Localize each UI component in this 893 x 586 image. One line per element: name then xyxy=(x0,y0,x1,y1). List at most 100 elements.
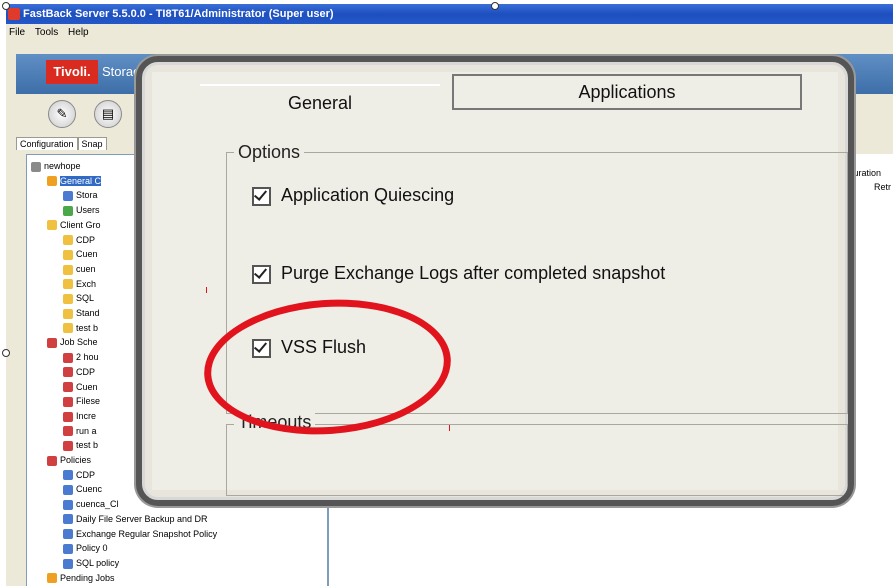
tree-node-label: Filese xyxy=(76,396,101,407)
tree-node[interactable]: Stand xyxy=(63,306,100,320)
tree-node-label: SQL policy xyxy=(76,557,120,568)
tree-node[interactable]: SQL policy xyxy=(63,556,119,570)
tree-node[interactable]: Cuen xyxy=(63,247,98,261)
selection-handle[interactable] xyxy=(2,349,10,357)
tree-node[interactable]: newhope xyxy=(31,159,81,173)
tree-node-label: Client Gro xyxy=(60,219,101,230)
tree-node-label: Users xyxy=(76,205,100,216)
selection-handle[interactable] xyxy=(491,2,499,10)
tree-node[interactable]: Exch xyxy=(63,277,96,291)
menu-file[interactable]: File xyxy=(9,24,25,42)
tree-node[interactable]: cuen xyxy=(63,262,96,276)
clipboard-icon: ▤ xyxy=(101,106,115,121)
tree-node-label: SQL xyxy=(76,293,95,304)
tree-node-icon xyxy=(47,338,57,349)
clipboard-button[interactable]: ▤ xyxy=(94,100,122,128)
tab-applications[interactable]: Applications xyxy=(452,74,802,110)
tree-node[interactable]: Filese xyxy=(63,394,100,408)
checkbox-checked-icon xyxy=(252,264,271,284)
product-name: Storag xyxy=(102,64,141,79)
tree-node[interactable]: CDP xyxy=(63,233,95,247)
tree-node-label: CDP xyxy=(76,366,96,377)
tree-node[interactable]: CDP xyxy=(63,365,95,379)
tree-node-icon xyxy=(63,543,73,554)
tree-node[interactable]: SQL xyxy=(63,291,94,305)
tree-node-icon xyxy=(47,220,57,231)
tree-node[interactable]: Client Gro xyxy=(47,218,101,232)
tree-node-icon xyxy=(63,440,73,451)
tree-node[interactable]: test b xyxy=(63,321,98,335)
tree-node-icon xyxy=(63,382,73,393)
application-quiescing-checkbox[interactable]: Application Quiescing xyxy=(252,182,454,208)
left-tabs: Configuration Snap xyxy=(16,137,107,150)
tree-node-label: cuenca_Cl xyxy=(76,499,119,510)
checkbox-label: Application Quiescing xyxy=(281,185,455,205)
tree-node-icon xyxy=(63,558,73,569)
tree-node-icon xyxy=(63,499,73,510)
tree-node-label: Exchange Regular Snapshot Policy xyxy=(76,528,218,539)
menu-tools[interactable]: Tools xyxy=(35,24,58,42)
tree-node-icon xyxy=(63,249,73,260)
tree-node[interactable]: General C xyxy=(47,174,102,188)
menu-help[interactable]: Help xyxy=(68,24,89,42)
tree-node[interactable]: Daily File Server Backup and DR xyxy=(63,512,208,526)
tree-node[interactable]: Exchange Regular Snapshot Policy xyxy=(63,527,217,541)
tree-node[interactable]: test b xyxy=(63,438,98,452)
tree-node-label: Cuen xyxy=(76,381,98,392)
tree-node-label: CDP xyxy=(76,234,96,245)
tree-node[interactable]: Pending Jobs xyxy=(47,571,115,585)
tree-node-icon xyxy=(63,235,73,246)
tree-node-icon xyxy=(63,485,73,496)
tree-node-icon xyxy=(63,514,73,525)
tab-snapshots[interactable]: Snap xyxy=(77,137,107,150)
tree-node-icon xyxy=(63,308,73,319)
tree-node[interactable]: run a xyxy=(63,424,97,438)
tree-node[interactable]: Cuen xyxy=(63,380,98,394)
red-tick-mark xyxy=(449,425,450,431)
tree-node-icon xyxy=(63,191,73,202)
tree-node-label: Stora xyxy=(76,190,98,201)
selection-handle[interactable] xyxy=(2,2,10,10)
wrench-icon: ✎ xyxy=(56,106,68,121)
tree-node[interactable]: Job Sche xyxy=(47,335,98,349)
tab-configuration[interactable]: Configuration xyxy=(16,137,78,150)
tree-node[interactable]: Users xyxy=(63,203,100,217)
tree-node-label: Pending Jobs xyxy=(60,572,115,583)
tree-node-icon xyxy=(31,161,41,172)
tree-node-label: Daily File Server Backup and DR xyxy=(76,513,208,524)
checkbox-checked-icon xyxy=(252,186,271,206)
tree-node-label: Cuenc xyxy=(76,484,103,495)
tree-node-label: Exch xyxy=(76,278,97,289)
tree-node-icon xyxy=(63,529,73,540)
purge-exchange-logs-checkbox[interactable]: Purge Exchange Logs after completed snap… xyxy=(252,260,665,286)
tree-node-label: test b xyxy=(76,322,99,333)
tree-node-label: CDP xyxy=(76,469,96,480)
options-title: Options xyxy=(234,142,305,163)
tree-node-label: Policy 0 xyxy=(76,543,108,554)
tree-node[interactable]: 2 hou xyxy=(63,350,99,364)
tree-node[interactable]: Policy 0 xyxy=(63,541,108,555)
tree-node[interactable]: cuenca_Cl xyxy=(63,497,119,511)
tree-node[interactable]: CDP xyxy=(63,468,95,482)
wrench-button[interactable]: ✎ xyxy=(48,100,76,128)
tree-node-icon xyxy=(63,411,73,422)
tree-node-icon xyxy=(63,205,73,216)
tree-node[interactable]: Policies xyxy=(47,453,91,467)
tree-node-icon xyxy=(63,367,73,378)
tree-node-icon xyxy=(63,470,73,481)
app-icon xyxy=(8,8,20,20)
tree-node-icon xyxy=(63,426,73,437)
tree-node[interactable]: Cuenc xyxy=(63,482,102,496)
tree-node-label: run a xyxy=(76,425,97,436)
zoomed-dialog: General Applications Options Application… xyxy=(152,72,848,496)
menu-bar: File Tools Help xyxy=(6,24,893,42)
tree-node[interactable]: Stora xyxy=(63,188,98,202)
window-title: FastBack Server 5.5.0.0 - TI8T61/Adminis… xyxy=(23,8,334,20)
tree-node-icon xyxy=(63,279,73,290)
details-label-retr: Retr xyxy=(874,182,892,192)
tree-node[interactable]: Incre xyxy=(63,409,96,423)
tab-general[interactable]: General xyxy=(200,84,440,120)
tree-node-label: Incre xyxy=(76,410,97,421)
tree-node-icon xyxy=(63,396,73,407)
tree-node-label: 2 hou xyxy=(76,352,99,363)
